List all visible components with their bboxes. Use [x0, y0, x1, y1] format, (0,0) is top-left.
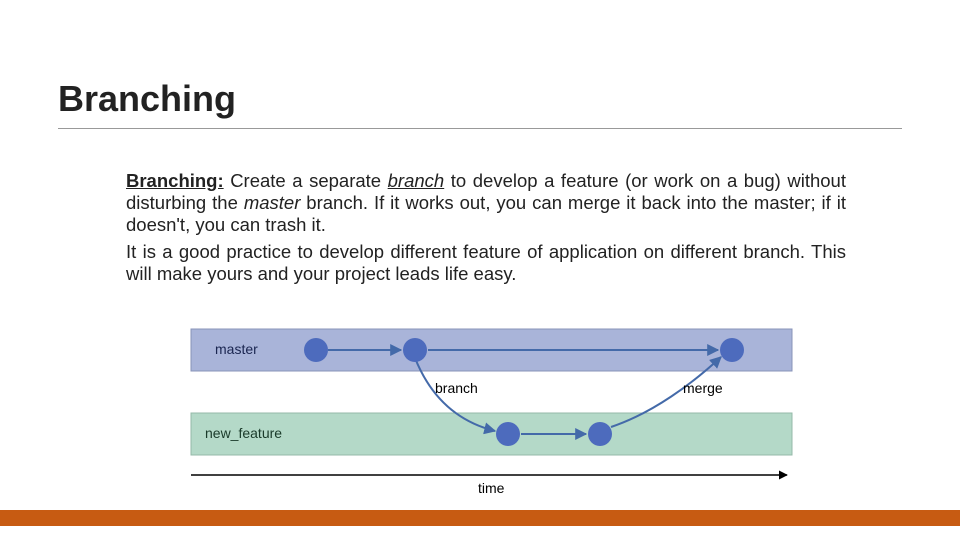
page-title: Branching [58, 78, 236, 120]
commit-node [496, 422, 520, 446]
branching-diagram: master new_feature branch [183, 323, 800, 499]
paragraph-2: It is a good practice to develop differe… [126, 241, 846, 285]
master-label: master [215, 341, 258, 357]
commit-node [588, 422, 612, 446]
footer-accent-bar [0, 510, 960, 526]
time-label: time [478, 480, 505, 496]
p1-a: Create a separate [224, 170, 388, 191]
commit-node [720, 338, 744, 362]
term-master: master [244, 192, 301, 213]
term-branch: branch [388, 170, 445, 191]
commit-node [304, 338, 328, 362]
feature-label: new_feature [205, 425, 282, 441]
commit-node [403, 338, 427, 362]
slide: Branching Branching: Create a separate b… [0, 0, 960, 540]
title-rule [58, 128, 902, 129]
paragraph-1: Branching: Create a separate branch to d… [126, 170, 846, 235]
body-text: Branching: Create a separate branch to d… [126, 170, 846, 285]
merge-action-label: merge [683, 380, 723, 396]
branch-action-label: branch [435, 380, 478, 396]
lead-term: Branching: [126, 170, 224, 191]
